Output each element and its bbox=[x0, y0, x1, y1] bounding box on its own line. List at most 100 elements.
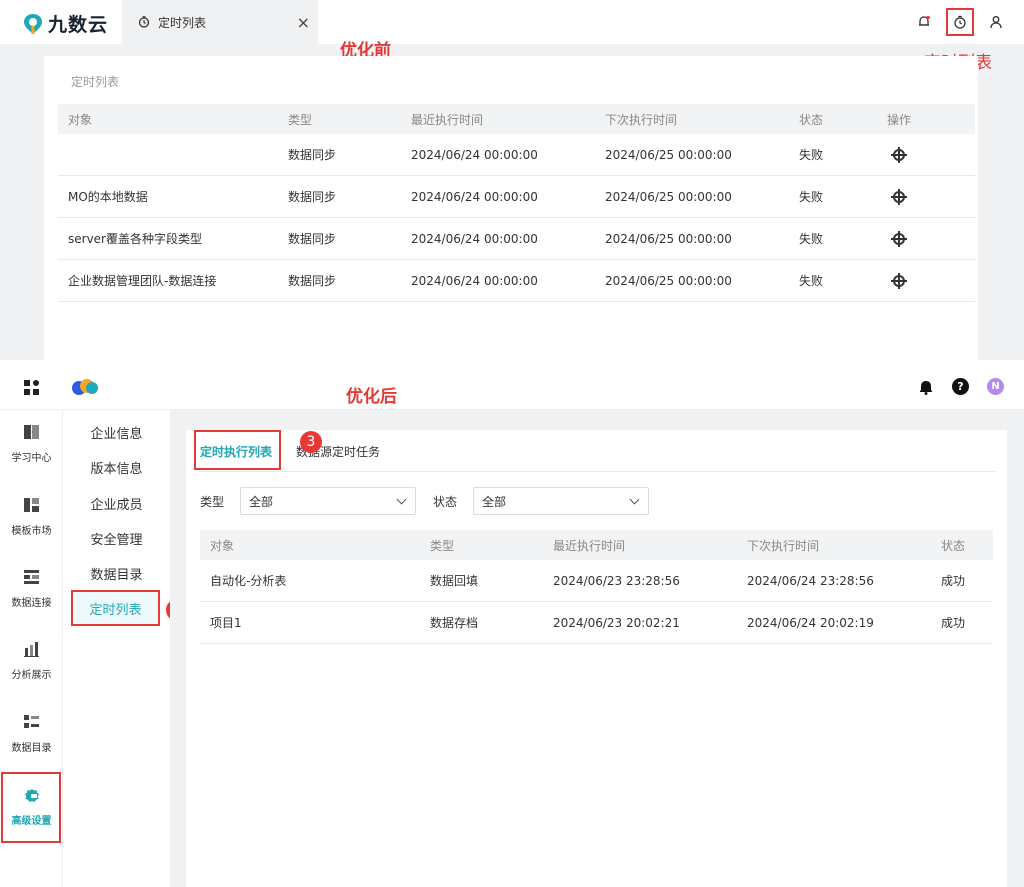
app-grid-icon[interactable] bbox=[24, 380, 40, 396]
table-row: server覆盖各种字段类型 数据同步 2024/06/24 00:00:00 … bbox=[58, 218, 975, 260]
cell-last-run: 2024/06/23 20:02:21 bbox=[553, 615, 680, 630]
status-filter: 状态 全部 bbox=[433, 487, 650, 515]
cell-status: 失败 bbox=[799, 232, 824, 246]
sidebar-item-label: 学习中心 bbox=[11, 452, 52, 464]
template-icon bbox=[23, 497, 40, 514]
status-select-value: 全部 bbox=[482, 494, 507, 509]
subnav-item-timer-list[interactable]: 定时列表 bbox=[71, 590, 160, 626]
subnav-item-label: 定时列表 bbox=[89, 602, 142, 618]
sidebar-item-data-connect[interactable]: 数据连接 bbox=[0, 555, 63, 623]
sidebar-item-label: 分析展示 bbox=[11, 669, 52, 681]
cell-type: 数据同步 bbox=[288, 274, 337, 288]
cell-object: server覆盖各种字段类型 bbox=[68, 232, 202, 246]
panel-title: 定时列表 bbox=[71, 75, 120, 89]
header-actions: ? N bbox=[918, 378, 1004, 395]
col-header: 下次执行时间 bbox=[747, 538, 820, 553]
header-icons bbox=[910, 8, 1010, 36]
cell-next-run: 2024/06/24 20:02:19 bbox=[747, 615, 874, 630]
settings-subnav: 企业信息 版本信息 企业成员 安全管理 数据目录 bbox=[63, 410, 170, 887]
status-select[interactable]: 全部 bbox=[473, 487, 650, 515]
subnav-item-members[interactable]: 企业成员 bbox=[63, 486, 170, 521]
table-row: 企业数据管理团队-数据连接 数据同步 2024/06/24 00:00:00 2… bbox=[58, 260, 975, 302]
type-filter: 类型 全部 bbox=[200, 487, 417, 515]
cell-next-run: 2024/06/25 00:00:00 bbox=[605, 147, 732, 162]
col-header: 状态 bbox=[941, 538, 966, 553]
tab-label: 定时列表 bbox=[158, 15, 207, 30]
cell-last-run: 2024/06/24 00:00:00 bbox=[411, 273, 538, 288]
cell-status: 失败 bbox=[799, 148, 824, 162]
table-row[interactable]: 自动化-分析表 数据回填 2024/06/23 23:28:56 2024/06… bbox=[200, 560, 993, 602]
highlight-box bbox=[1, 772, 61, 843]
col-header: 类型 bbox=[288, 112, 313, 127]
cell-type: 数据同步 bbox=[288, 190, 337, 204]
bell-icon[interactable] bbox=[910, 8, 938, 36]
type-filter-label: 类型 bbox=[200, 494, 225, 509]
cell-status: 失败 bbox=[799, 190, 824, 204]
step-badge: 3 bbox=[300, 431, 322, 453]
col-header: 类型 bbox=[430, 538, 455, 553]
subnav-item-company-info[interactable]: 企业信息 bbox=[63, 415, 170, 450]
subnav-item-security[interactable]: 安全管理 bbox=[63, 521, 170, 556]
type-select-value: 全部 bbox=[249, 494, 274, 509]
col-header: 对象 bbox=[210, 538, 235, 553]
catalog-icon bbox=[23, 714, 40, 731]
sidebar-item-analysis[interactable]: 分析展示 bbox=[0, 627, 63, 695]
highlight-box bbox=[194, 430, 281, 470]
table-header-row: 对象 类型 最近执行时间 下次执行时间 状态 操作 bbox=[58, 104, 975, 134]
type-select[interactable]: 全部 bbox=[240, 487, 417, 515]
cell-type: 数据存档 bbox=[430, 616, 479, 630]
before-table: 对象 类型 最近执行时间 下次执行时间 状态 操作 数据同步 2024/06/2… bbox=[58, 104, 975, 302]
target-icon[interactable] bbox=[891, 230, 907, 247]
logo[interactable]: 九数云 bbox=[22, 10, 108, 37]
sidebar-item-catalog[interactable]: 数据目录 bbox=[0, 700, 63, 768]
cell-status: 成功 bbox=[941, 574, 966, 588]
chevron-down-icon bbox=[629, 494, 640, 504]
cell-status: 成功 bbox=[941, 616, 966, 630]
target-icon[interactable] bbox=[891, 272, 907, 289]
col-header: 对象 bbox=[68, 112, 93, 127]
table-row[interactable]: 项目1 数据存档 2024/06/23 20:02:21 2024/06/24 … bbox=[200, 602, 993, 644]
col-header: 操作 bbox=[887, 112, 912, 127]
before-screenshot: 九数云 定时列表 × 优化前 定时列表 对象 类型 最近执行时间 下次执行时间 … bbox=[0, 0, 1024, 360]
sidebar-item-templates[interactable]: 模板市场 bbox=[0, 483, 63, 551]
target-icon[interactable] bbox=[891, 146, 907, 163]
cell-last-run: 2024/06/23 23:28:56 bbox=[553, 573, 680, 588]
cell-last-run: 2024/06/24 00:00:00 bbox=[411, 147, 538, 162]
bell-icon[interactable] bbox=[918, 379, 934, 395]
close-icon[interactable]: × bbox=[297, 13, 310, 32]
logo-icon[interactable] bbox=[72, 379, 100, 395]
cell-action bbox=[877, 230, 975, 247]
user-icon[interactable] bbox=[982, 8, 1010, 36]
cell-type: 数据回填 bbox=[430, 574, 479, 588]
logo-mark-icon bbox=[24, 13, 42, 34]
cell-object: 自动化-分析表 bbox=[210, 574, 287, 588]
cell-action bbox=[877, 188, 975, 205]
cell-status: 失败 bbox=[799, 274, 824, 288]
subnav-item-data-catalog[interactable]: 数据目录 bbox=[63, 556, 170, 591]
sidebar-item-learning[interactable]: 学习中心 bbox=[0, 410, 63, 478]
table-header-row: 对象 类型 最近执行时间 下次执行时间 状态 bbox=[200, 530, 993, 560]
before-panel: 定时列表 对象 类型 最近执行时间 下次执行时间 状态 操作 数据同步 2024… bbox=[44, 56, 978, 360]
logo-text: 九数云 bbox=[48, 14, 109, 36]
timer-panel: 定时执行列表 数据源定时任务 类型 全部 状态 全部 对象 类型 最近执行时间 … bbox=[186, 430, 1007, 887]
sidebar-item-label: 数据连接 bbox=[11, 597, 52, 609]
col-header: 状态 bbox=[799, 112, 824, 127]
cell-action bbox=[877, 146, 975, 163]
cell-next-run: 2024/06/25 00:00:00 bbox=[605, 189, 732, 204]
cell-type: 数据同步 bbox=[288, 232, 337, 246]
chart-icon bbox=[23, 641, 40, 658]
cell-next-run: 2024/06/25 00:00:00 bbox=[605, 273, 732, 288]
avatar[interactable]: N bbox=[987, 378, 1004, 395]
cell-last-run: 2024/06/24 00:00:00 bbox=[411, 231, 538, 246]
help-icon[interactable]: ? bbox=[952, 378, 969, 395]
tab-timer-list[interactable]: 定时列表 × bbox=[122, 0, 318, 44]
timer-list-icon[interactable] bbox=[946, 8, 974, 36]
target-icon[interactable] bbox=[891, 188, 907, 205]
col-header: 下次执行时间 bbox=[605, 112, 678, 127]
sidebar-item-label: 数据目录 bbox=[11, 742, 52, 754]
after-annotation: 优化后 bbox=[346, 387, 397, 407]
chevron-down-icon bbox=[396, 494, 407, 504]
subnav-item-version-info[interactable]: 版本信息 bbox=[63, 450, 170, 485]
cell-object: MO的本地数据 bbox=[68, 190, 148, 204]
col-header: 最近执行时间 bbox=[553, 538, 626, 553]
